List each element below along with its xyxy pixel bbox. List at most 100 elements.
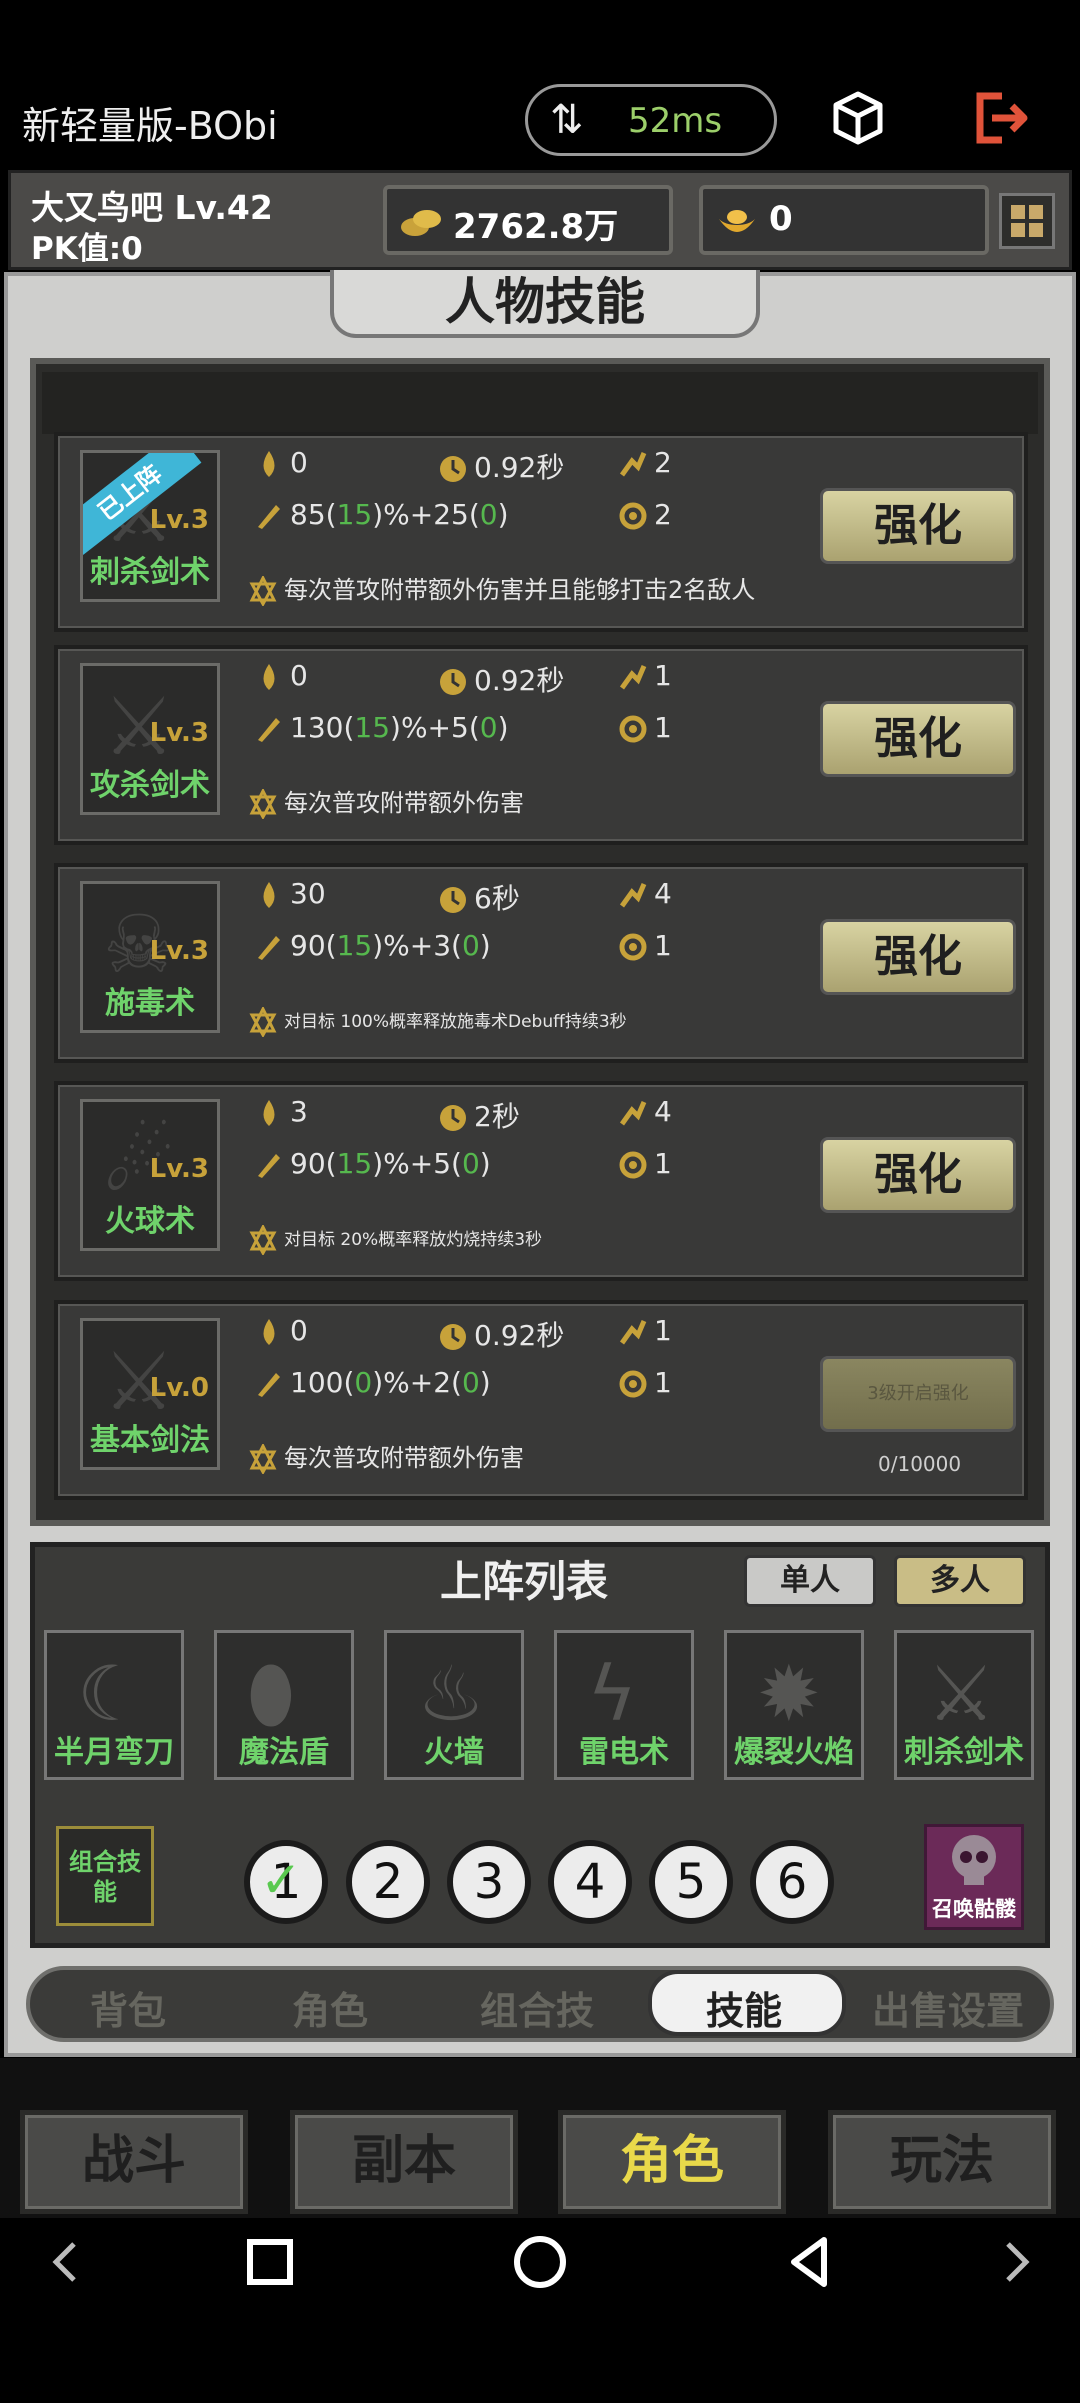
subtab-bag[interactable]: 背包 (90, 1980, 166, 2035)
mana-drop-icon (263, 451, 275, 477)
cooldown: 6秒 (438, 877, 520, 917)
range-icon (619, 1320, 647, 1345)
skill-card: ⚔ 已上阵 Lv.3 刺杀剑术 0 0.92秒 2 85(15)%+25(0) … (54, 432, 1028, 632)
damage-formula: 100(0)%+2(0) (254, 1366, 491, 1399)
player-pk: PK值:0 (31, 231, 143, 267)
exit-icon[interactable] (972, 90, 1032, 146)
target-icon (619, 715, 647, 743)
skill-icon[interactable]: ⚔ Lv.3 攻杀剑术 (80, 663, 220, 815)
cube-icon[interactable] (830, 90, 886, 146)
ping-value: 52ms (628, 101, 723, 141)
star-effect-icon (249, 1444, 277, 1474)
star-effect-icon (249, 1225, 277, 1255)
deploy-slot[interactable]: ♨ 火墙 (384, 1630, 524, 1780)
recents-square-icon[interactable] (240, 2232, 300, 2292)
ping-indicator[interactable]: ⇅ 52ms (525, 84, 777, 156)
mp-cost: 0 (254, 446, 308, 479)
range-icon (619, 452, 647, 477)
target-count: 1 (618, 1147, 672, 1180)
skill-exp-progress: 0/10000 (878, 1452, 962, 1476)
deploy-slot[interactable]: ϟ 雷电术 (554, 1630, 694, 1780)
lightning-icon: ϟ (587, 1649, 638, 1738)
crescent-blade-icon: ☾ (77, 1649, 146, 1738)
target-icon (619, 1370, 647, 1398)
strengthen-button[interactable]: 强化 (820, 1137, 1016, 1213)
mode-single-button[interactable]: 单人 (744, 1555, 876, 1607)
chevron-right-icon[interactable] (986, 2232, 1046, 2292)
range: 4 (618, 1095, 672, 1128)
skill-level: Lv.3 (149, 936, 209, 966)
deploy-slot[interactable]: ⬮ 魔法盾 (214, 1630, 354, 1780)
cooldown: 2秒 (438, 1095, 520, 1135)
combo-skill-button[interactable]: 组合技能 (56, 1826, 154, 1926)
player-bar: 大又鸟吧 Lv.42 PK值:0 2762.8万 0 (8, 170, 1072, 270)
deploy-slot[interactable]: ☾ 半月弯刀 (44, 1630, 184, 1780)
strengthen-button[interactable]: 强化 (820, 919, 1016, 995)
mp-cost: 30 (254, 877, 326, 910)
back-triangle-icon[interactable] (780, 2232, 840, 2292)
star-effect-icon (249, 1007, 277, 1037)
damage-blade-icon (258, 1154, 280, 1178)
preset-4-button[interactable]: 4 (548, 1840, 632, 1924)
strengthen-button[interactable]: 强化 (820, 701, 1016, 777)
deploy-slot[interactable]: ⚔ 刺杀剑术 (894, 1630, 1034, 1780)
skill-description: 对目标 20%概率释放灼烧持续3秒 (248, 1225, 542, 1255)
mana-drop-icon (263, 1100, 275, 1126)
chevron-left-icon[interactable] (36, 2232, 96, 2292)
cooldown-clock-icon (440, 669, 466, 695)
section-title: 人物技能 (445, 273, 645, 331)
gold-coins-icon (399, 201, 443, 241)
home-circle-icon[interactable] (510, 2232, 570, 2292)
preset-1-button[interactable]: 1 ✓ (244, 1840, 328, 1924)
cooldown: 0.92秒 (438, 1314, 564, 1354)
deploy-slot[interactable]: ✹ 爆裂火焰 (724, 1630, 864, 1780)
skill-description: 每次普攻附带额外伤害并且能够打击2名敌人 (248, 570, 755, 606)
strengthen-button[interactable]: 强化 (820, 488, 1016, 564)
mp-cost: 0 (254, 659, 308, 692)
skill-card: ⚔ Lv.0 基本剑法 0 0.92秒 1 100(0)%+2(0) 1 每次普… (54, 1300, 1028, 1500)
skill-icon[interactable]: ☠ Lv.3 施毒术 (80, 881, 220, 1033)
target-count: 1 (618, 1366, 672, 1399)
damage-blade-icon (258, 505, 280, 529)
skill-icon[interactable]: ⚔ 已上阵 Lv.3 刺杀剑术 (80, 450, 220, 602)
nav-battle[interactable]: 战斗 (20, 2110, 248, 2214)
skill-description: 对目标 100%概率释放施毒术Debuff持续3秒 (248, 1007, 627, 1037)
mana-drop-icon (263, 664, 275, 690)
mana-drop-icon (263, 882, 275, 908)
skill-icon[interactable]: ⚔ Lv.0 基本剑法 (80, 1318, 220, 1470)
subtab-combo[interactable]: 组合技 (480, 1980, 594, 2035)
preset-6-button[interactable]: 6 (750, 1840, 834, 1924)
nav-character[interactable]: 角色 (558, 2110, 786, 2214)
damage-blade-icon (258, 718, 280, 742)
gold-display: 2762.8万 (383, 185, 673, 255)
nav-dungeon[interactable]: 副本 (290, 2110, 518, 2214)
cooldown-clock-icon (440, 887, 466, 913)
star-effect-icon (249, 576, 277, 606)
skill-icon[interactable]: ☄ Lv.3 火球术 (80, 1099, 220, 1251)
gold-ingot-icon (715, 201, 759, 241)
subtab-character[interactable]: 角色 (292, 1980, 368, 2035)
locked-strengthen-button[interactable]: 3级开启强化 (820, 1356, 1016, 1432)
nav-gameplay[interactable]: 玩法 (828, 2110, 1056, 2214)
damage-blade-icon (258, 1373, 280, 1397)
skill-card: ☠ Lv.3 施毒术 30 6秒 4 90(15)%+3(0) 1 对目标 10… (54, 863, 1028, 1063)
mana-drop-icon (263, 1319, 275, 1345)
mp-cost: 0 (254, 1314, 308, 1347)
mode-multi-button[interactable]: 多人 (894, 1555, 1026, 1607)
skull-icon (952, 1835, 996, 1885)
subtab-sell-settings[interactable]: 出售设置 (872, 1980, 1024, 2035)
fire-wall-icon: ♨ (417, 1649, 486, 1738)
target-icon (619, 1151, 647, 1179)
skill-name: 攻杀剑术 (90, 768, 210, 803)
range-icon (619, 883, 647, 908)
cooldown: 0.92秒 (438, 659, 564, 699)
preset-5-button[interactable]: 5 (649, 1840, 733, 1924)
preset-3-button[interactable]: 3 (447, 1840, 531, 1924)
summon-skeleton-button[interactable]: 召唤骷髅 (924, 1824, 1024, 1930)
skill-name: 基本剑法 (90, 1423, 210, 1458)
preset-2-button[interactable]: 2 (346, 1840, 430, 1924)
grid-menu-icon[interactable] (999, 193, 1055, 249)
subtab-skills[interactable]: 技能 (706, 1980, 782, 2035)
skill-level: Lv.3 (149, 718, 209, 748)
range: 2 (618, 446, 672, 479)
